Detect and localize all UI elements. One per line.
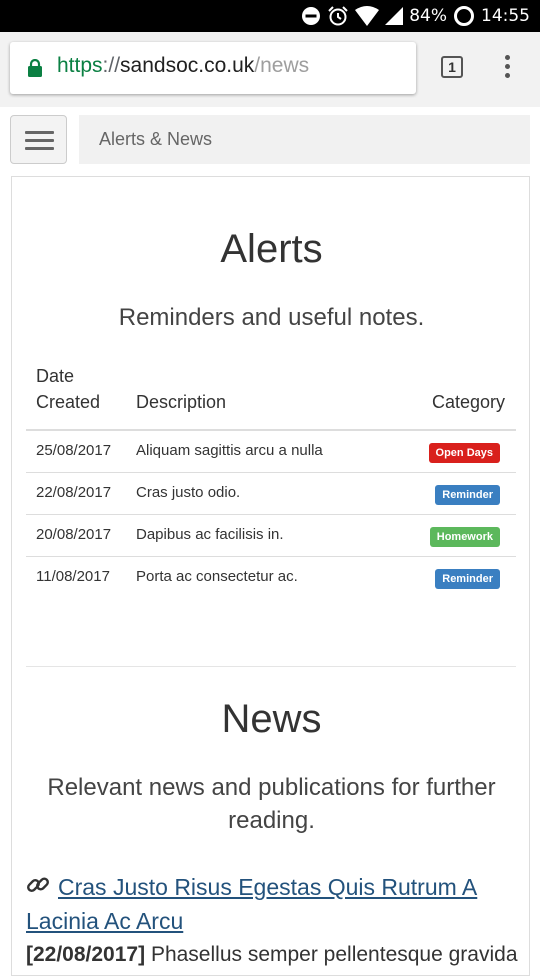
table-row: 22/08/2017 Cras justo odio. Reminder xyxy=(26,472,516,515)
news-item-text: Phasellus semper pellentesque gravida xyxy=(150,943,518,966)
category-badge: Reminder xyxy=(435,569,500,589)
url-text[interactable]: https://sandsoc.co.uk/news xyxy=(57,54,309,78)
column-date-line2: Created xyxy=(36,392,101,412)
row-date: 25/08/2017 xyxy=(36,442,112,459)
link-icon xyxy=(26,873,50,905)
row-description: Aliquam sagittis arcu a nulla xyxy=(136,442,323,459)
table-row: 25/08/2017 Aliquam sagittis arcu a nulla… xyxy=(26,430,516,473)
signal-icon xyxy=(385,7,404,25)
wifi-icon xyxy=(355,6,380,26)
alerts-heading: Alerts xyxy=(220,227,323,271)
row-date: 11/08/2017 xyxy=(36,568,110,585)
url-path: /news xyxy=(254,54,310,77)
url-separator: :// xyxy=(102,54,121,77)
category-badge: Homework xyxy=(429,527,500,547)
row-description: Cras justo odio. xyxy=(136,484,241,501)
lock-icon xyxy=(28,58,42,82)
url-host: sandsoc.co.uk xyxy=(120,54,255,77)
battery-percentage: 84% xyxy=(409,6,447,26)
alerts-table-header: Date Created Description Category xyxy=(26,363,516,431)
news-item-date: [22/08/2017] xyxy=(26,943,146,966)
clock-time: 14:55 xyxy=(481,6,530,26)
column-description: Description xyxy=(136,392,227,412)
breadcrumb: Alerts & News xyxy=(79,115,530,164)
section-divider xyxy=(26,666,516,667)
tab-switcher-button[interactable]: 1 xyxy=(441,56,463,78)
table-row: 20/08/2017 Dapibus ac facilisis in. Home… xyxy=(26,514,516,557)
column-date-line1: Date xyxy=(36,366,75,386)
hamburger-menu-button[interactable] xyxy=(10,115,67,164)
breadcrumb-label: Alerts & News xyxy=(99,129,213,149)
alarm-icon xyxy=(327,5,349,27)
browser-menu-icon[interactable] xyxy=(505,55,513,82)
news-item-link[interactable]: Cras Justo Risus Egestas Quis Rutrum A L… xyxy=(26,871,506,937)
address-bar[interactable]: https://sandsoc.co.uk/news xyxy=(10,42,416,94)
url-scheme: https xyxy=(57,54,103,77)
row-date: 20/08/2017 xyxy=(36,526,112,543)
news-heading: News xyxy=(221,697,322,741)
row-description: Dapibus ac facilisis in. xyxy=(136,526,284,543)
category-badge: Open Days xyxy=(428,443,500,463)
do-not-disturb-icon xyxy=(301,6,321,26)
category-badge: Reminder xyxy=(435,485,500,505)
news-item-title[interactable]: Cras Justo Risus Egestas Quis Rutrum A L… xyxy=(26,874,477,934)
column-date-created: Date Created xyxy=(36,363,100,415)
battery-icon xyxy=(453,5,475,27)
table-row: 11/08/2017 Porta ac consectetur ac. Remi… xyxy=(26,556,516,598)
news-subtitle: Relevant news and publications for furth… xyxy=(47,774,496,834)
news-item-excerpt: [22/08/2017] Phasellus semper pellentesq… xyxy=(26,943,521,967)
content-panel: Alerts Reminders and useful notes. Date … xyxy=(11,176,530,976)
browser-toolbar: https://sandsoc.co.uk/news 1 xyxy=(0,32,540,107)
column-category: Category xyxy=(431,392,505,412)
alerts-subtitle: Reminders and useful notes. xyxy=(118,304,425,331)
row-description: Porta ac consectetur ac. xyxy=(136,568,298,585)
row-date: 22/08/2017 xyxy=(36,484,112,501)
status-bar: 84% 14:55 xyxy=(0,0,540,32)
